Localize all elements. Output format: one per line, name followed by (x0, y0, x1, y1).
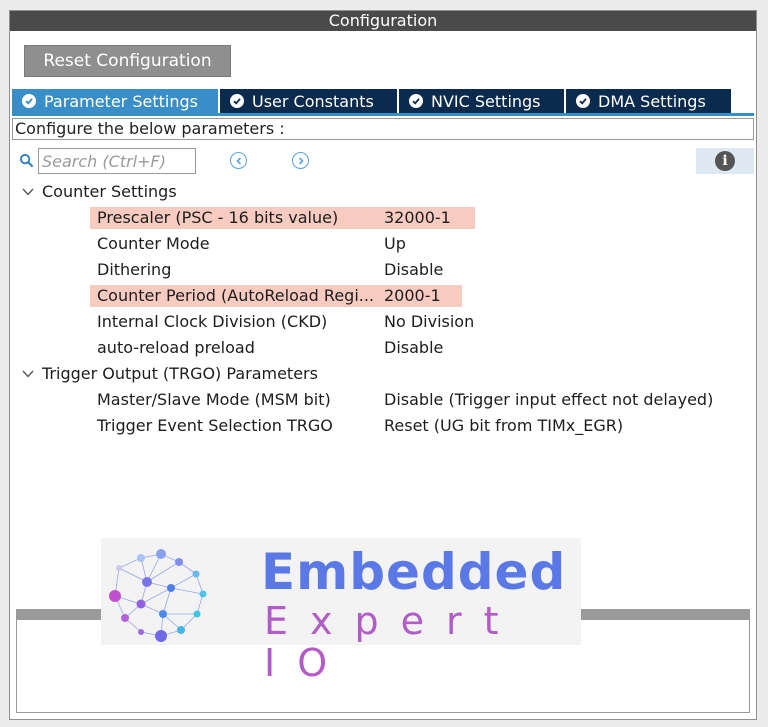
info-button[interactable]: i (696, 148, 754, 174)
param-row-master-slave-mode[interactable]: Master/Slave Mode (MSM bit) Disable (Tri… (10, 387, 756, 413)
param-row-trigger-event-selection[interactable]: Trigger Event Selection TRGO Reset (UG b… (10, 413, 756, 439)
search-input[interactable] (38, 148, 196, 174)
watermark-logo: Embedded Expert IO (101, 538, 581, 684)
param-value: 32000-1 (384, 208, 451, 227)
check-circle-icon (230, 94, 244, 108)
param-value: Disable (Trigger input effect not delaye… (384, 390, 714, 409)
param-row-dithering[interactable]: Dithering Disable (10, 257, 756, 283)
arrow-right-circle-icon[interactable] (292, 152, 309, 169)
chevron-down-icon (22, 188, 34, 196)
tab-user-constants[interactable]: User Constants (220, 89, 399, 113)
tab-underline (12, 113, 754, 116)
group-label: Counter Settings (42, 182, 177, 201)
watermark-brand-line1: Embedded (261, 543, 567, 601)
tab-nvic-settings[interactable]: NVIC Settings (399, 89, 566, 113)
param-name: Internal Clock Division (CKD) (97, 312, 328, 331)
info-icon: i (715, 151, 735, 171)
param-value: Up (384, 234, 406, 253)
search-toolbar: i (16, 148, 756, 174)
param-value: 2000-1 (384, 286, 441, 305)
param-name: auto-reload preload (97, 338, 255, 357)
param-row-counter-period[interactable]: Counter Period (AutoReload Regi... 2000-… (10, 283, 756, 309)
check-circle-icon (409, 94, 423, 108)
group-trigger-output[interactable]: Trigger Output (TRGO) Parameters (10, 361, 756, 387)
param-value: Disable (384, 260, 444, 279)
parameter-tree: Counter Settings Prescaler (PSC - 16 bit… (10, 179, 756, 439)
tab-label: NVIC Settings (431, 91, 541, 111)
tab-parameter-settings[interactable]: Parameter Settings (12, 89, 220, 113)
reset-configuration-button[interactable]: Reset Configuration (24, 45, 231, 77)
param-name: Counter Period (AutoReload Regi... (97, 286, 375, 305)
tab-dma-settings[interactable]: DMA Settings (566, 89, 731, 113)
watermark-brand-line2: Expert IO (264, 599, 521, 685)
group-label: Trigger Output (TRGO) Parameters (42, 364, 318, 383)
param-value: Disable (384, 338, 444, 357)
param-row-prescaler[interactable]: Prescaler (PSC - 16 bits value) 32000-1 (10, 205, 756, 231)
check-circle-icon (22, 94, 36, 108)
chevron-down-icon (22, 370, 34, 378)
param-name: Dithering (97, 260, 172, 279)
param-name: Prescaler (PSC - 16 bits value) (97, 208, 339, 227)
param-name: Master/Slave Mode (MSM bit) (97, 390, 331, 409)
configuration-window: Configuration Reset Configuration Parame… (9, 10, 757, 720)
param-value: Reset (UG bit from TIMx_EGR) (384, 416, 624, 435)
param-row-counter-mode[interactable]: Counter Mode Up (10, 231, 756, 257)
arrow-left-circle-icon[interactable] (230, 152, 247, 169)
window-title: Configuration (10, 11, 756, 31)
group-counter-settings[interactable]: Counter Settings (10, 179, 756, 205)
parameters-description: Configure the below parameters : (12, 118, 754, 140)
tab-label: DMA Settings (598, 91, 706, 111)
param-name: Counter Mode (97, 234, 210, 253)
param-row-auto-reload-preload[interactable]: auto-reload preload Disable (10, 335, 756, 361)
network-logo-icon (109, 549, 207, 642)
param-name: Trigger Event Selection TRGO (97, 416, 333, 435)
tab-label: User Constants (252, 91, 374, 111)
param-value: No Division (384, 312, 475, 331)
settings-tabs: Parameter Settings User Constants NVIC S… (12, 89, 731, 113)
check-circle-icon (576, 94, 590, 108)
search-icon (19, 153, 34, 168)
param-row-clock-division[interactable]: Internal Clock Division (CKD) No Divisio… (10, 309, 756, 335)
tab-label: Parameter Settings (44, 91, 198, 111)
